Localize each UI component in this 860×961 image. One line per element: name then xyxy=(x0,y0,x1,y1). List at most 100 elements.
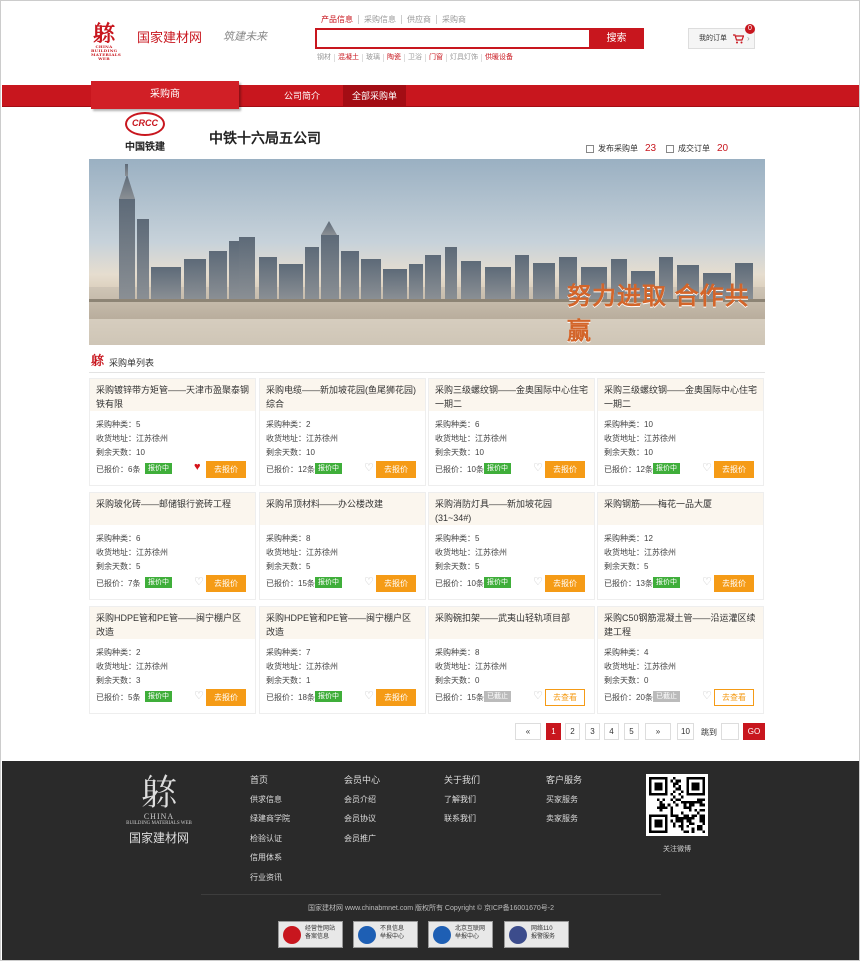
footer-link[interactable]: 绿建商学院 xyxy=(250,813,290,833)
page-4[interactable]: 4 xyxy=(604,723,619,740)
cert-badge[interactable]: 不良信息 举报中心 xyxy=(353,921,418,948)
hot-word[interactable]: 卫浴 xyxy=(404,54,425,62)
order-card-title[interactable]: 采购碗扣架——武夷山轻轨项目部 xyxy=(429,607,594,639)
footer-link[interactable]: 关于我们 xyxy=(444,774,480,794)
order-card[interactable]: 采购HDPE管和PE管——闽宁棚户区改造 采购种类：7 收货地址：江苏徐州 剩余天数：… xyxy=(259,606,426,714)
order-card-title[interactable]: 采购HDPE管和PE管——闽宁棚户区改造 xyxy=(260,607,425,639)
page-2[interactable]: 2 xyxy=(565,723,580,740)
order-card-title[interactable]: 采购C50钢筋混凝土管——沿运灌区续建工程 xyxy=(598,607,763,639)
next-page-button[interactable]: » xyxy=(645,723,671,740)
hot-word[interactable]: 混凝土 xyxy=(334,54,362,62)
footer-link[interactable]: 检验认证 xyxy=(250,833,290,853)
quote-button[interactable]: 去报价 xyxy=(206,689,246,706)
order-card-title[interactable]: 采购镀锌带方矩管——天津市盈聚泰钢铁有限 xyxy=(90,379,255,411)
footer-link[interactable]: 会员推广 xyxy=(344,833,380,853)
view-order-button[interactable]: 去查看 xyxy=(714,689,754,706)
nav-tab-buyers[interactable]: 采购商 xyxy=(91,81,239,109)
go-button[interactable]: GO xyxy=(743,723,765,740)
quote-button[interactable]: 去报价 xyxy=(376,575,416,592)
footer-link[interactable]: 行业资讯 xyxy=(250,872,290,892)
cert-badge[interactable]: 北京互联网 举报中心 xyxy=(428,921,493,948)
footer-link[interactable]: 会员协议 xyxy=(344,813,380,833)
hot-word[interactable]: 门窗 xyxy=(425,54,446,62)
hot-word[interactable]: 供暖设备 xyxy=(481,54,516,62)
order-card-title[interactable]: 采购HDPE管和PE管——闽宁棚户区改造 xyxy=(90,607,255,639)
page-3[interactable]: 3 xyxy=(585,723,600,740)
hot-word[interactable]: 玻璃 xyxy=(362,54,383,62)
order-card-title[interactable]: 采购消防灯具——新加坡花园(31~34#) xyxy=(429,493,594,525)
favorite-heart-icon[interactable]: ♡ xyxy=(702,689,712,702)
quote-button[interactable]: 去报价 xyxy=(376,689,416,706)
search-button[interactable]: 搜索 xyxy=(589,28,644,49)
view-order-button[interactable]: 去查看 xyxy=(545,689,585,706)
footer-link[interactable]: 了解我们 xyxy=(444,794,480,814)
footer-link[interactable]: 供求信息 xyxy=(250,794,290,814)
order-card-title[interactable]: 采购玻化砖——邮储银行瓷砖工程 xyxy=(90,493,255,525)
order-card[interactable]: 采购消防灯具——新加坡花园(31~34#) 采购种类：5 收货地址：江苏徐州 剩余天数… xyxy=(428,492,595,600)
order-card-title[interactable]: 采购吊顶材料——办公楼改建 xyxy=(260,493,425,525)
order-card[interactable]: 采购三级螺纹钢——金奥国际中心住宅一期二 采购种类：6 收货地址：江苏徐州 剩余天数：… xyxy=(428,378,595,486)
quote-button[interactable]: 去报价 xyxy=(206,461,246,478)
search-input[interactable] xyxy=(315,28,589,49)
my-orders-button[interactable]: 我的订单 › 0 xyxy=(688,24,755,49)
prev-page-button[interactable]: « xyxy=(515,723,541,740)
footer-link[interactable]: 会员介绍 xyxy=(344,794,380,814)
favorite-heart-icon[interactable]: ♡ xyxy=(364,689,374,702)
order-card[interactable]: 采购电缆——新加坡花园(鱼尾狮花园)综合 采购种类：2 收货地址：江苏徐州 剩余天数：… xyxy=(259,378,426,486)
favorite-heart-icon[interactable]: ♡ xyxy=(364,461,374,474)
footer-link[interactable]: 客户服务 xyxy=(546,774,582,794)
order-card-title[interactable]: 采购三级螺纹钢——金奥国际中心住宅一期二 xyxy=(598,379,763,411)
footer-link[interactable]: 信用体系 xyxy=(250,852,290,872)
search-tab-suppliers[interactable]: 供应商 xyxy=(401,15,436,24)
quote-button[interactable]: 去报价 xyxy=(376,461,416,478)
order-card[interactable]: 采购镀锌带方矩管——天津市盈聚泰钢铁有限 采购种类：5 收货地址：江苏徐州 剩余天数：… xyxy=(89,378,256,486)
favorite-heart-icon[interactable]: ♡ xyxy=(364,575,374,588)
hot-word[interactable]: 灯具灯饰 xyxy=(446,54,481,62)
favorite-heart-icon[interactable]: ♡ xyxy=(533,689,543,702)
order-card[interactable]: 采购吊顶材料——办公楼改建 采购种类：8 收货地址：江苏徐州 剩余天数：5 已报价：15… xyxy=(259,492,426,600)
favorite-heart-icon[interactable]: ♡ xyxy=(194,689,204,702)
cert-badge[interactable]: 经营性网站 备案信息 xyxy=(278,921,343,948)
order-address: 收货地址：江苏徐州 xyxy=(604,548,676,557)
search-tab-products[interactable]: 产品信息 xyxy=(321,15,358,24)
order-card[interactable]: 采购碗扣架——武夷山轻轨项目部 采购种类：8 收货地址：江苏徐州 剩余天数：0 已报价：… xyxy=(428,606,595,714)
order-card-title[interactable]: 采购钢筋——梅花一品大厦 xyxy=(598,493,763,525)
site-logo[interactable]: 𨈼 CHINA BUILDING MATERIALS WEB 国家建材网 筑建未来 xyxy=(91,23,271,61)
search-tab-purchases[interactable]: 采购信息 xyxy=(358,15,401,24)
qr-code-image xyxy=(646,774,708,836)
footer-link[interactable]: 联系我们 xyxy=(444,813,480,833)
favorite-heart-icon[interactable]: ♡ xyxy=(702,461,712,474)
order-card[interactable]: 采购HDPE管和PE管——闽宁棚户区改造 采购种类：2 收货地址：江苏徐州 剩余天数：… xyxy=(89,606,256,714)
search-tab-buyers[interactable]: 采购商 xyxy=(436,15,471,24)
hot-word[interactable]: 钢材 xyxy=(317,54,334,62)
footer-link[interactable]: 买家服务 xyxy=(546,794,582,814)
quote-button[interactable]: 去报价 xyxy=(714,575,754,592)
nav-company-intro[interactable]: 公司简介 xyxy=(275,85,329,107)
favorite-heart-icon[interactable]: ♡ xyxy=(702,575,712,588)
quote-button[interactable]: 去报价 xyxy=(714,461,754,478)
footer-link[interactable]: 首页 xyxy=(250,774,290,794)
order-card[interactable]: 采购三级螺纹钢——金奥国际中心住宅一期二 采购种类：10 收货地址：江苏徐州 剩余天数… xyxy=(597,378,764,486)
last-page[interactable]: 10 xyxy=(677,723,694,740)
favorite-heart-icon[interactable]: ♥ xyxy=(194,461,201,473)
jump-page-input[interactable] xyxy=(721,723,739,740)
page-1[interactable]: 1 xyxy=(546,723,561,740)
favorite-heart-icon[interactable]: ♡ xyxy=(194,575,204,588)
hot-word[interactable]: 陶瓷 xyxy=(383,54,404,62)
nav-all-orders[interactable]: 全部采购单 xyxy=(343,85,407,107)
page-5[interactable]: 5 xyxy=(624,723,639,740)
favorite-heart-icon[interactable]: ♡ xyxy=(533,461,543,474)
quote-button[interactable]: 去报价 xyxy=(545,461,585,478)
quote-button[interactable]: 去报价 xyxy=(545,575,585,592)
favorite-heart-icon[interactable]: ♡ xyxy=(533,575,543,588)
logo-mark-sub: CHINA BUILDING MATERIALS WEB xyxy=(91,44,122,61)
footer-link[interactable]: 会员中心 xyxy=(344,774,380,794)
order-card[interactable]: 采购玻化砖——邮储银行瓷砖工程 采购种类：6 收货地址：江苏徐州 剩余天数：5 已报价：… xyxy=(89,492,256,600)
order-card[interactable]: 采购钢筋——梅花一品大厦 采购种类：12 收货地址：江苏徐州 剩余天数：5 已报价：13… xyxy=(597,492,764,600)
order-card-title[interactable]: 采购电缆——新加坡花园(鱼尾狮花园)综合 xyxy=(260,379,425,411)
quote-button[interactable]: 去报价 xyxy=(206,575,246,592)
order-card[interactable]: 采购C50钢筋混凝土管——沿运灌区续建工程 采购种类：4 收货地址：江苏徐州 剩余天数… xyxy=(597,606,764,714)
order-card-title[interactable]: 采购三级螺纹钢——金奥国际中心住宅一期二 xyxy=(429,379,594,411)
footer-link[interactable]: 卖家服务 xyxy=(546,813,582,833)
cert-badge[interactable]: 网络110 报警服务 xyxy=(504,921,569,948)
